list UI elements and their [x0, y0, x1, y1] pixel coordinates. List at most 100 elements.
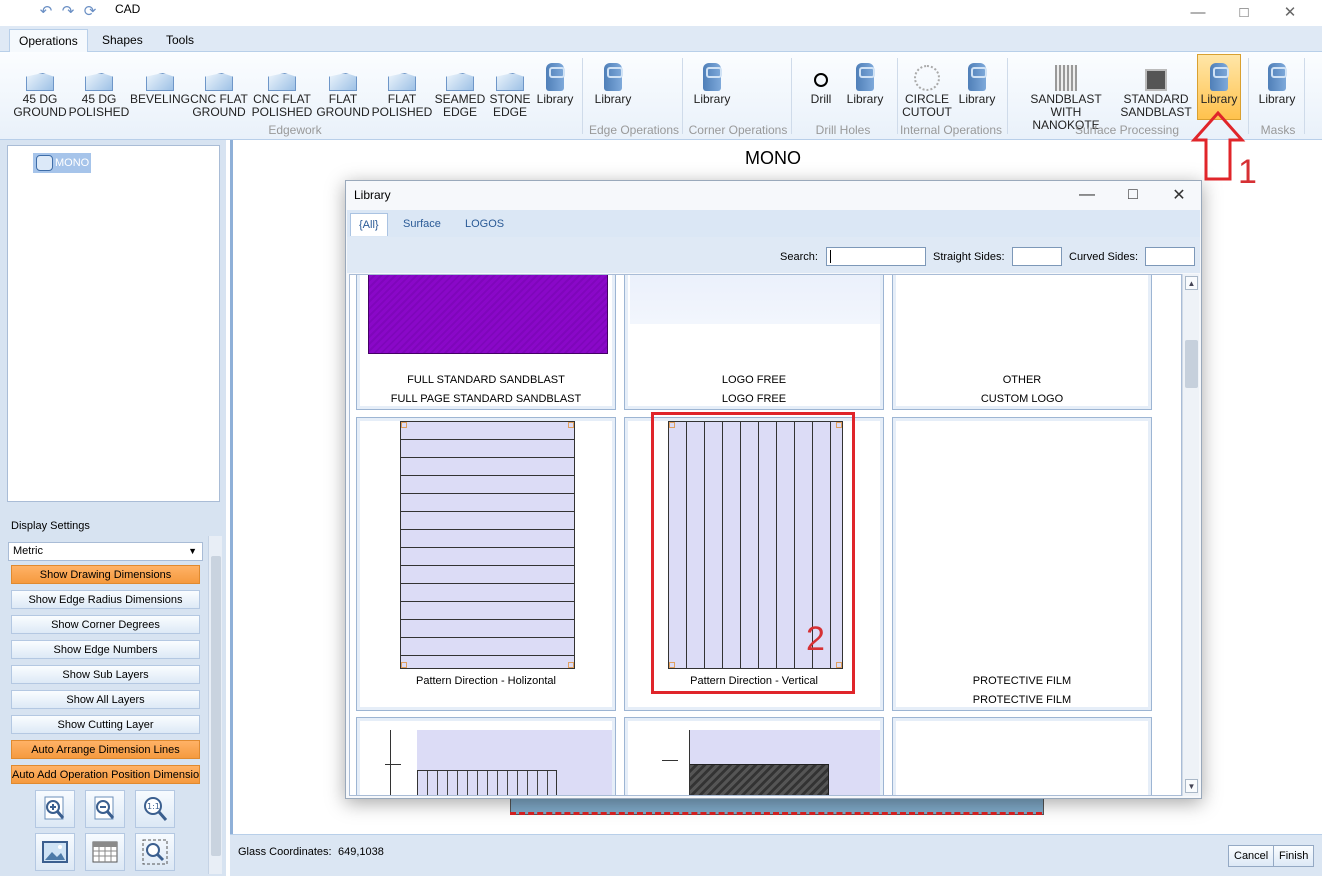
- app-title: CAD: [115, 2, 141, 16]
- layer-icon: [36, 155, 53, 171]
- edge-profile-icon: [205, 73, 233, 91]
- display-toggle-button[interactable]: Show Corner Degrees: [11, 615, 200, 634]
- redo-icon[interactable]: ↷: [59, 2, 77, 20]
- svg-text:1:1: 1:1: [147, 802, 160, 811]
- library-button-corner-ops[interactable]: Library: [692, 57, 732, 106]
- refresh-icon[interactable]: ⟳: [81, 2, 99, 20]
- display-toggle-button[interactable]: Show Cutting Layer: [11, 715, 200, 734]
- finish-button[interactable]: Finish: [1273, 845, 1315, 867]
- annotation-number-1: 1: [1238, 153, 1257, 191]
- grid-icon[interactable]: [85, 833, 125, 871]
- flat-ground-button[interactable]: FLAT GROUND: [315, 57, 371, 119]
- library-button-surface[interactable]: Library: [1199, 57, 1239, 106]
- dialog-title: Library: [354, 188, 391, 202]
- maximize-icon[interactable]: □: [1118, 184, 1148, 206]
- library-item[interactable]: [892, 717, 1152, 795]
- display-toggle-button[interactable]: Show Drawing Dimensions: [11, 565, 200, 584]
- search-input[interactable]: [826, 247, 926, 266]
- tab-all[interactable]: {All}: [350, 213, 388, 236]
- library-button-drill[interactable]: Library: [845, 57, 885, 106]
- edge-profile-icon: [329, 73, 357, 91]
- curved-sides-label: Curved Sides:: [1069, 251, 1139, 263]
- tab-surface[interactable]: Surface: [395, 213, 449, 236]
- minimize-icon[interactable]: —: [1183, 2, 1213, 22]
- edge-profile-icon: [268, 73, 296, 91]
- status-bar: [230, 834, 1322, 876]
- cnc-flat-polished-button[interactable]: CNC FLAT POLISHED: [252, 57, 312, 119]
- beveling-button[interactable]: BEVELING: [130, 57, 190, 106]
- library-item[interactable]: OTHER CUSTOM LOGO: [892, 275, 1152, 410]
- library-button-masks[interactable]: Library: [1257, 57, 1297, 106]
- display-toggle-button[interactable]: Show Edge Numbers: [11, 640, 200, 659]
- undo-icon[interactable]: ↶: [37, 2, 55, 20]
- library-icon: [703, 63, 722, 91]
- edge-profile-icon: [85, 73, 113, 91]
- straight-sides-input[interactable]: [1012, 247, 1062, 266]
- group-edge-operations: Edge Operations: [588, 123, 680, 137]
- ribbon: 45 DG GROUND 45 DG POLISHED BEVELING CNC F…: [0, 52, 1322, 140]
- 45dg-ground-button[interactable]: 45 DG GROUND: [13, 57, 67, 119]
- units-select[interactable]: Metric ▼: [8, 542, 203, 561]
- circle-cutout-button[interactable]: CIRCLE CUTOUT: [902, 57, 952, 119]
- library-item[interactable]: LOGO FREE LOGO FREE: [624, 275, 884, 410]
- coordinates-value: 649,1038: [338, 846, 384, 858]
- library-item[interactable]: Pattern Direction - Holizontal: [356, 417, 616, 711]
- left-scrollbar[interactable]: [208, 536, 222, 874]
- zoom-in-icon[interactable]: [35, 790, 75, 828]
- edge-profile-icon: [146, 73, 174, 91]
- library-item[interactable]: FULL STANDARD SANDBLAST FULL PAGE STANDA…: [356, 275, 616, 410]
- sandblast-icon: [1055, 65, 1077, 91]
- library-button-edge-ops[interactable]: Library: [593, 57, 633, 106]
- dialog-scrollbar[interactable]: ▲ ▼: [1182, 274, 1199, 796]
- drill-button[interactable]: Drill: [804, 57, 838, 106]
- tab-tools[interactable]: Tools: [157, 29, 203, 52]
- minimize-icon[interactable]: —: [1072, 184, 1102, 206]
- logo-preview: [630, 275, 880, 324]
- library-item[interactable]: [624, 717, 884, 795]
- stone-edge-button[interactable]: STONE EDGE: [488, 57, 532, 119]
- maximize-icon[interactable]: □: [1229, 2, 1259, 22]
- zoom-out-icon[interactable]: [85, 790, 125, 828]
- chevron-down-icon: ▼: [188, 546, 197, 556]
- flat-polished-button[interactable]: FLAT POLISHED: [372, 57, 432, 119]
- library-button-internal[interactable]: Library: [957, 57, 997, 106]
- group-corner-operations: Corner Operations: [688, 123, 788, 137]
- edge-profile-icon: [26, 73, 54, 91]
- tree-node-mono[interactable]: MONO: [33, 153, 92, 173]
- zoom-actual-size-icon[interactable]: 1:1: [135, 790, 175, 828]
- library-button-edgework[interactable]: Library: [535, 57, 575, 106]
- display-toggle-button[interactable]: Auto Add Operation Position Dimension: [11, 765, 200, 784]
- curved-sides-input[interactable]: [1145, 247, 1195, 266]
- tab-shapes[interactable]: Shapes: [93, 29, 152, 52]
- close-icon[interactable]: ✕: [1164, 184, 1194, 206]
- close-icon[interactable]: ✕: [1275, 2, 1305, 22]
- picture-icon[interactable]: [35, 833, 75, 871]
- seamed-edge-button[interactable]: SEAMED EDGE: [434, 57, 486, 119]
- sandblast-icon: [1145, 69, 1167, 91]
- display-toggle-button[interactable]: Show Edge Radius Dimensions: [11, 590, 200, 609]
- standard-sandblast-button[interactable]: STANDARD SANDBLAST: [1120, 57, 1192, 119]
- dimension-line: [510, 812, 1042, 815]
- scroll-thumb[interactable]: [1185, 340, 1198, 388]
- display-toggle-button[interactable]: Auto Arrange Dimension Lines: [11, 740, 200, 759]
- group-edgework: Edgework: [268, 123, 322, 137]
- display-toggle-button[interactable]: Show All Layers: [11, 690, 200, 709]
- title-bar: ↶ ↷ ⟳ CAD — □ ✕: [0, 0, 1322, 26]
- zoom-fit-icon[interactable]: [135, 833, 175, 871]
- cancel-button[interactable]: Cancel: [1228, 845, 1275, 867]
- tab-logos[interactable]: LOGOS: [457, 213, 512, 236]
- horizontal-pattern-preview: [400, 421, 575, 669]
- display-toggle-button[interactable]: Show Sub Layers: [11, 665, 200, 684]
- sandblast-nanokote-button[interactable]: SANDBLAST WITH NANOKOTE: [1014, 57, 1118, 132]
- edge-profile-icon: [496, 73, 524, 91]
- library-icon: [1268, 63, 1287, 91]
- library-item[interactable]: PROTECTIVE FILM PROTECTIVE FILM: [892, 417, 1152, 711]
- scroll-up-icon[interactable]: ▲: [1185, 276, 1198, 290]
- group-internal-operations: Internal Operations: [899, 123, 1003, 137]
- tab-operations[interactable]: Operations: [9, 29, 88, 52]
- cnc-flat-ground-button[interactable]: CNC FLAT GROUND: [190, 57, 248, 119]
- library-item[interactable]: [356, 717, 616, 795]
- 45dg-polished-button[interactable]: 45 DG POLISHED: [69, 57, 129, 119]
- group-surface-processing: Surface Processing: [1074, 123, 1180, 137]
- scroll-down-icon[interactable]: ▼: [1185, 779, 1198, 793]
